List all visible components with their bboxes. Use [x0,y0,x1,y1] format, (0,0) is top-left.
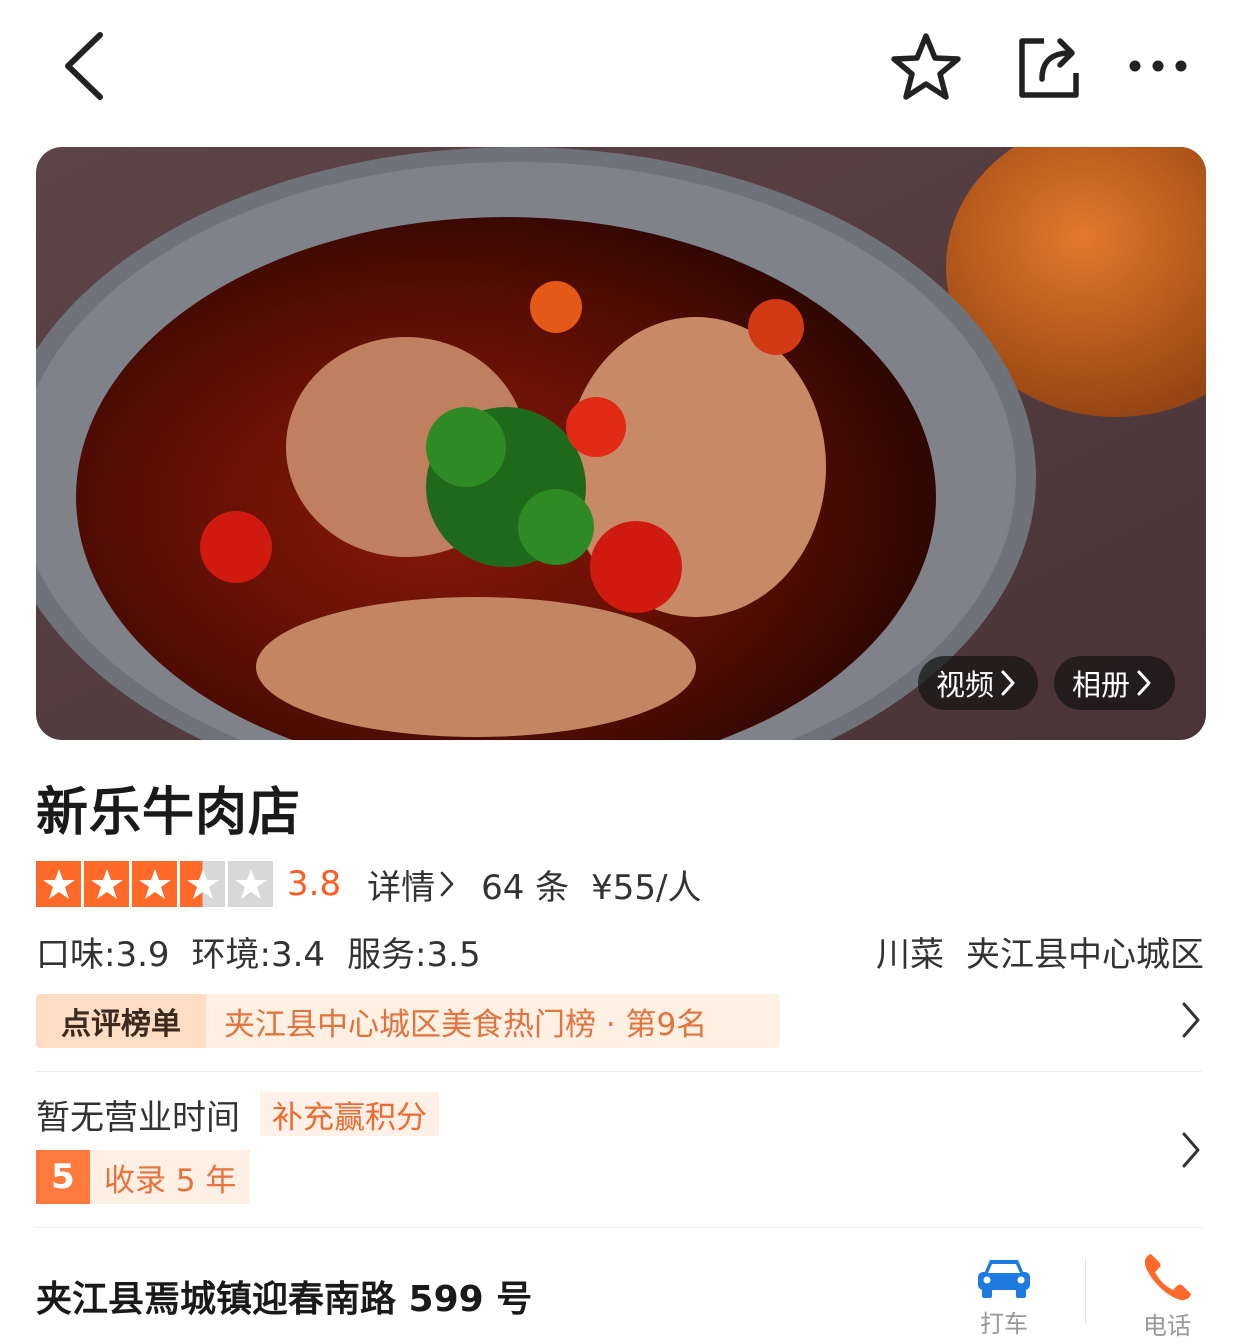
taxi-button[interactable]: 打车 [972,1252,1036,1342]
more-button[interactable] [1120,40,1196,92]
taste-score: 口味:3.9 [36,934,170,975]
divider [36,1227,1202,1228]
share-icon [1019,38,1079,98]
shop-tags: 川菜 夹江县中心城区 [876,927,1204,976]
half-star-icon [180,861,225,907]
ranking-logo: 点评榜单 [36,994,206,1048]
chevron-right-icon [1001,670,1015,696]
back-icon [65,32,103,100]
top-bar [0,0,1242,130]
years-badge: 5 收录 5 年 [36,1150,251,1204]
taxi-label: 打车 [980,1310,1028,1338]
album-button[interactable]: 相册 [1054,656,1175,710]
shop-name: 新乐牛肉店 [36,783,302,843]
star-icon [132,861,177,907]
star-icon [84,861,129,907]
chevron-right-icon[interactable] [1180,1130,1202,1170]
phone-label: 电话 [1143,1312,1191,1340]
chevron-right-icon [1137,670,1151,696]
years-number: 5 [36,1150,90,1204]
album-label: 相册 [1072,668,1131,702]
empty-star-icon [228,861,273,907]
video-label: 视频 [936,668,995,702]
hero-photo[interactable]: 视频 相册 [36,147,1206,740]
rating-row: 3.8 详情 64 条 ¥55/人 [36,860,702,908]
ranking-text: 夹江县中心城区美食热门榜 · 第9名 [224,1006,708,1043]
area-tag[interactable]: 夹江县中心城区 [966,927,1204,976]
star-icon [36,861,81,907]
sub-scores: 口味:3.9 环境:3.4 服务:3.5 [36,927,481,976]
phone-icon [1144,1254,1191,1301]
chevron-right-icon [1182,1002,1200,1038]
favorite-button[interactable] [888,30,964,104]
detail-label: 详情 [367,867,436,908]
action-separator [1085,1258,1086,1324]
years-text: 收录 5 年 [104,1162,237,1199]
rating-score: 3.8 [287,864,342,904]
average-price: ¥55/人 [591,867,702,908]
divider [36,1071,1202,1072]
chevron-right-icon [440,871,454,897]
more-dots-icon [1129,60,1187,72]
environment-score: 环境:3.4 [191,934,326,975]
video-button[interactable]: 视频 [918,656,1038,710]
ranking-row[interactable]: 点评榜单 夹江县中心城区美食热门榜 · 第9名 [36,994,1204,1048]
star-rating [36,861,273,907]
ranking-badge: 点评榜单 夹江县中心城区美食热门榜 · 第9名 [36,994,780,1048]
star-outline-icon [891,33,961,100]
rating-detail-link[interactable]: 详情 [367,860,455,909]
hours-text: 暂无营业时间 [36,1097,240,1138]
hours-row[interactable]: 暂无营业时间 补充赢积分 [36,1090,439,1138]
sub-score-row: 口味:3.9 环境:3.4 服务:3.5 川菜 夹江县中心城区 [36,927,1204,976]
back-button[interactable] [52,28,116,104]
service-score: 服务:3.5 [347,934,481,975]
cuisine-tag[interactable]: 川菜 [876,927,944,976]
shop-address[interactable]: 夹江县焉城镇迎春南路 599 号 [36,1270,532,1322]
car-icon [978,1260,1030,1298]
share-button[interactable] [1010,30,1086,104]
earn-points-tag[interactable]: 补充赢积分 [260,1092,439,1136]
review-count[interactable]: 64 条 [481,860,569,909]
phone-button[interactable]: 电话 [1132,1250,1202,1342]
food-photo [36,147,1206,740]
